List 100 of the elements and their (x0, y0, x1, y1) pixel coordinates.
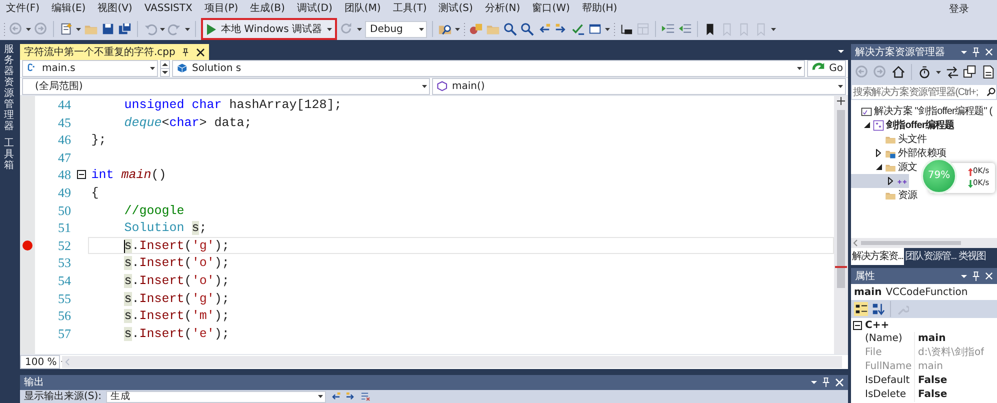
menu-item[interactable]: 窗口(W) (528, 0, 574, 18)
menu-item[interactable]: 分析(N) (480, 0, 524, 18)
save-all-icon[interactable] (118, 22, 132, 36)
vertical-scrollbar[interactable] (834, 96, 848, 354)
context-dropdown[interactable]: (全局范围) (22, 78, 430, 95)
shapes-icon[interactable] (469, 22, 483, 36)
caret-icon[interactable] (838, 50, 844, 53)
panel-title: 解决方案资源管理器 (855, 46, 945, 60)
check-icon[interactable] (571, 22, 585, 36)
tree-item[interactable] (851, 174, 909, 188)
menu-item[interactable]: 视图(V) (94, 0, 136, 18)
configuration-dropdown[interactable]: Debug (365, 20, 427, 38)
next-icon[interactable] (344, 391, 356, 402)
clear-icon[interactable] (360, 391, 371, 402)
side-tab[interactable]: 工具箱 (4, 138, 14, 171)
menu-item[interactable]: 编辑(E) (48, 0, 90, 18)
document-tab[interactable]: 字符流中第一个不重复的字符.cpp (20, 44, 210, 60)
pin-icon[interactable] (821, 377, 831, 388)
alphabetical-icon[interactable] (871, 302, 885, 316)
code-line: deque<char> data; (123, 114, 253, 132)
collapse-icon[interactable] (77, 170, 86, 180)
pin-icon[interactable] (971, 46, 981, 58)
sync-icon[interactable] (945, 65, 959, 79)
search-icon[interactable] (986, 87, 996, 97)
code-line: { (90, 184, 100, 202)
categorized-icon[interactable] (854, 302, 868, 316)
caret-icon[interactable] (26, 28, 31, 30)
panel-tab[interactable]: 解决方案资... (851, 248, 904, 265)
expanded-icon[interactable] (864, 122, 870, 128)
line-number: 52 (57, 236, 72, 254)
close-icon (196, 48, 206, 56)
caret-icon[interactable] (605, 28, 610, 30)
spin-button[interactable] (160, 60, 170, 77)
object-name: main (854, 286, 882, 300)
close-icon[interactable] (985, 272, 993, 280)
collapsed-icon[interactable] (876, 149, 881, 157)
caret-icon[interactable] (961, 50, 967, 54)
panel-title: 输出 (24, 376, 44, 390)
caret-icon[interactable] (76, 28, 81, 30)
property-value: False (917, 374, 948, 388)
start-debugging-button[interactable]: 本地 Windows 调试器 (201, 18, 337, 40)
tree-item[interactable]: 资源 (851, 188, 918, 202)
caret-icon[interactable] (936, 70, 941, 74)
line-number: 50 (57, 202, 72, 220)
menu-item[interactable]: 测试(S) (434, 0, 477, 18)
find-in-files-icon[interactable] (438, 22, 452, 36)
property-value: main (917, 332, 946, 346)
menu-item[interactable]: 文件(F) (2, 0, 44, 18)
horizontal-scrollbar[interactable] (851, 238, 997, 248)
caret-icon[interactable] (185, 28, 190, 30)
output-source-dropdown[interactable]: 生成 (106, 390, 326, 402)
menu-item[interactable]: 生成(B) (246, 0, 289, 18)
property-name: IsDelete (851, 388, 915, 402)
timer-icon[interactable] (918, 65, 932, 79)
menu-item[interactable]: 帮助(H) (578, 0, 622, 18)
menu-item[interactable]: 调试(D) (292, 0, 336, 18)
collapse-all-icon[interactable] (963, 65, 977, 79)
object-type: VCCodeFunction (886, 286, 968, 300)
caret-icon[interactable] (357, 28, 362, 30)
menu-item[interactable]: VASSISTX (140, 0, 196, 18)
window-icon[interactable] (588, 22, 602, 36)
collapse-icon[interactable] (853, 320, 862, 330)
home-icon[interactable] (891, 65, 905, 79)
code-line: s.Insert('o'); (123, 272, 230, 290)
menu-item[interactable]: 项目(P) (200, 0, 242, 18)
tree-item[interactable]: 解决方案 "剑指offer编程题" ( (851, 104, 994, 118)
tree-item[interactable]: 源文 (851, 160, 918, 174)
member-dropdown[interactable]: main() (432, 78, 846, 95)
go-button[interactable]: Go (807, 60, 846, 77)
menu-item[interactable]: 团队(M) (340, 0, 385, 18)
caret-icon[interactable] (160, 28, 165, 30)
pin-icon[interactable] (971, 270, 981, 282)
tree-item[interactable]: 头文件 (851, 132, 928, 146)
close-icon[interactable] (985, 48, 993, 56)
sign-in-link[interactable]: 登录 (949, 2, 969, 16)
side-tab[interactable]: 服务器资源管理器 (4, 44, 14, 132)
search-field[interactable]: 搜索解决方案资源管理器(Ctrl+; (851, 84, 997, 100)
line-number: 55 (57, 290, 72, 308)
breakpoint-icon[interactable] (22, 240, 33, 252)
previous-icon[interactable] (330, 391, 341, 402)
caret-icon[interactable] (811, 381, 817, 384)
restart-icon[interactable] (340, 22, 354, 36)
zoom-dropdown[interactable]: 100 % (20, 355, 60, 369)
new-project-icon[interactable] (59, 22, 73, 36)
property-name: FullName (851, 360, 915, 374)
horizontal-scrollbar[interactable] (62, 356, 842, 368)
document-icon[interactable] (981, 65, 995, 79)
tree-item[interactable]: 外部依赖项 (851, 146, 948, 160)
tree-item[interactable]: 剑指offer编程题 (851, 118, 956, 132)
expanded-icon[interactable] (876, 164, 882, 170)
save-icon[interactable] (101, 22, 115, 36)
close-icon[interactable] (835, 378, 844, 387)
caret-icon[interactable] (771, 28, 776, 30)
caret-icon[interactable] (961, 274, 967, 278)
type-dropdown[interactable]: Solution s (172, 60, 806, 77)
collapsed-icon[interactable] (888, 177, 893, 185)
menu-item[interactable]: 工具(T) (388, 0, 431, 18)
scope-dropdown[interactable]: main.s (22, 60, 158, 77)
caret-icon[interactable] (455, 28, 460, 30)
line-number: 49 (57, 184, 72, 202)
